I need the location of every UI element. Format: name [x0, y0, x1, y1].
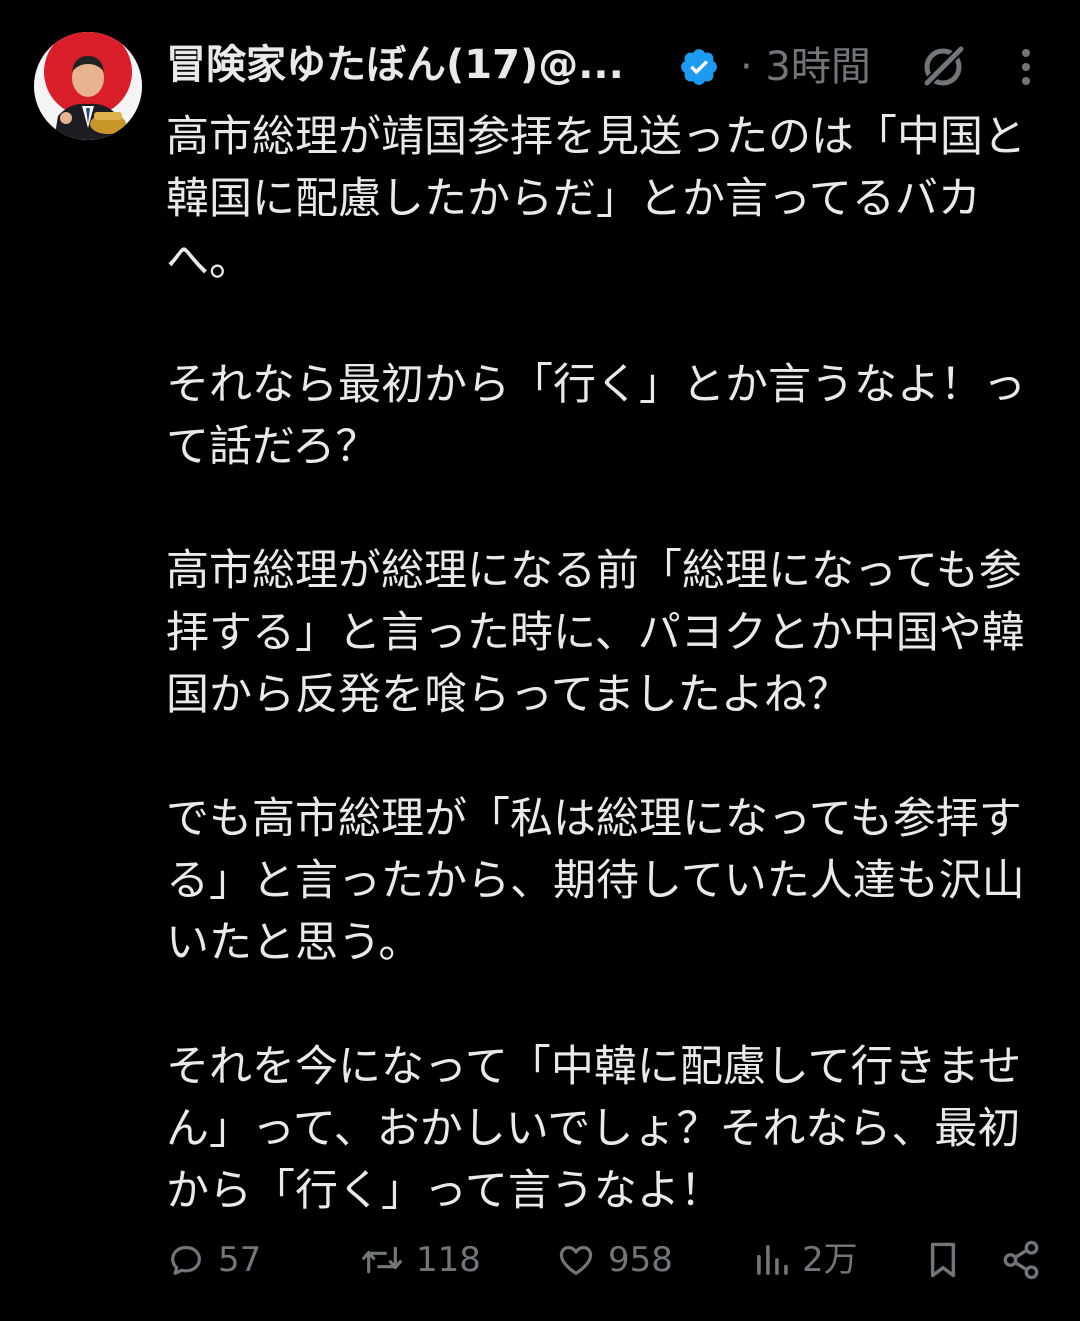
views-count: 2万: [802, 1240, 858, 1280]
reply-icon: [166, 1240, 206, 1280]
tweet-paragraph: でも高市総理が「私は総理になっても参拝する」と言ったから、期待していた人達も沢山…: [166, 794, 1025, 968]
tweet-paragraph: 高市総理が靖国参拝を見送ったのは「中国と韓国に配慮したからだ」とか言ってるバカへ…: [166, 112, 1026, 286]
bookmark-button[interactable]: [924, 1232, 962, 1288]
like-count: 958: [608, 1240, 673, 1280]
like-button[interactable]: 958: [556, 1232, 673, 1288]
display-name[interactable]: 冒険家ゆたぼん(17)@...: [166, 38, 636, 92]
reply-count: 57: [218, 1240, 262, 1280]
tweet-paragraph: 高市総理が総理になる前「総理になっても参拝する」と言った時に、パヨクとか中国や韓…: [166, 546, 1025, 720]
tweet-paragraph: それを今になって「中韓に配慮して行きません」って、おかしいでしょ？それなら、最初…: [166, 1042, 1022, 1216]
tweet[interactable]: 冒険家ゆたぼん(17)@... · 3時間 高市総理が靖国参拝を見送ったのは「中…: [0, 0, 1080, 1321]
heart-icon: [556, 1240, 596, 1280]
tweet-header: 冒険家ゆたぼん(17)@... · 3時間: [166, 36, 1056, 96]
share-icon: [1000, 1239, 1042, 1281]
tweet-paragraph: それなら最初から「行く」とか言うなよ！って話だろ？: [166, 360, 1026, 472]
share-button[interactable]: [1000, 1232, 1042, 1288]
verified-badge-icon[interactable]: [678, 46, 720, 88]
retweet-icon: [360, 1240, 404, 1280]
more-vertical-icon[interactable]: [1008, 44, 1044, 90]
views-chart-icon: [754, 1240, 790, 1280]
action-bar: 57 118 958 2万: [166, 1232, 1046, 1288]
reply-button[interactable]: 57: [166, 1232, 261, 1288]
tweet-text: 高市総理が靖国参拝を見送ったのは「中国と韓国に配慮したからだ」とか言ってるバカへ…: [166, 106, 1026, 1222]
retweet-button[interactable]: 118: [360, 1232, 481, 1288]
views-button[interactable]: 2万: [754, 1232, 858, 1288]
timestamp[interactable]: · 3時間: [740, 40, 871, 94]
avatar[interactable]: [34, 32, 142, 140]
retweet-count: 118: [416, 1240, 481, 1280]
bookmark-icon: [924, 1239, 962, 1281]
grok-icon[interactable]: [918, 42, 968, 92]
